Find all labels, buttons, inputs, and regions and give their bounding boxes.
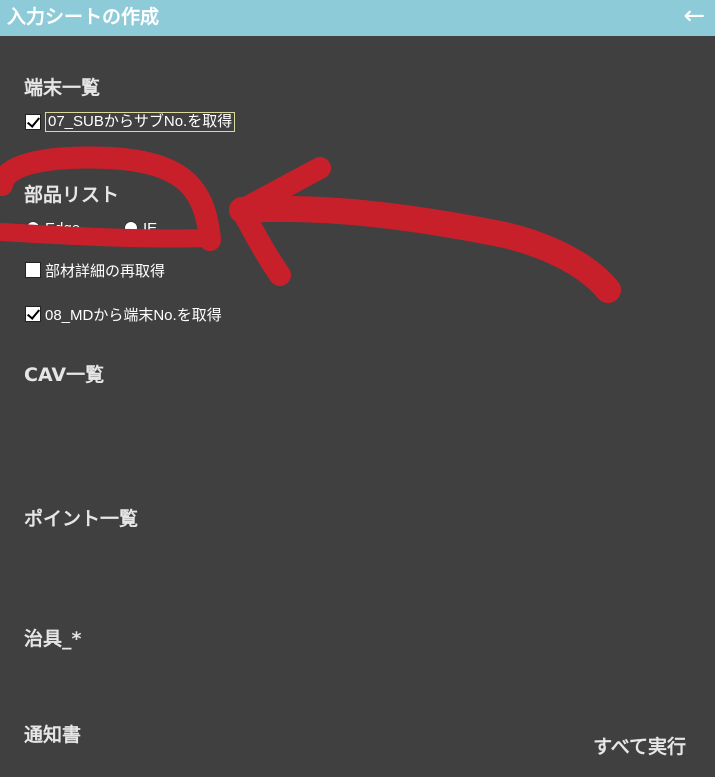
- annotation-arrow-shaft: [229, 195, 621, 303]
- option-07-sub-label: 07_SUBからサブNo.を取得: [45, 112, 236, 132]
- section-title-jig: 治具_*: [24, 628, 82, 650]
- title-bar: 入力シートの作成 ←: [0, 0, 715, 36]
- section-title-cav: CAV一覧: [24, 364, 105, 386]
- run-all-button[interactable]: すべて実行: [593, 735, 686, 759]
- radio-edge-dot[interactable]: [26, 221, 40, 235]
- option-07-sub[interactable]: 07_SUBからサブNo.を取得: [25, 112, 236, 132]
- option-08-md[interactable]: 08_MDから端末No.を取得: [25, 304, 222, 324]
- section-title-terminals: 端末一覧: [24, 77, 101, 99]
- checkbox-08-md[interactable]: [25, 306, 41, 322]
- back-arrow-icon[interactable]: ←: [683, 2, 705, 30]
- option-refetch-materials-label: 部材詳細の再取得: [45, 262, 166, 280]
- section-title-parts: 部品リスト: [24, 184, 120, 206]
- option-refetch-materials[interactable]: 部材詳細の再取得: [25, 260, 165, 280]
- radio-ie-label: IE: [143, 219, 158, 237]
- annotation-arrow-head-upper: [231, 157, 331, 221]
- checkbox-refetch-materials[interactable]: [25, 262, 41, 278]
- checkbox-07-sub[interactable]: [25, 114, 41, 130]
- annotation-arrow-head-lower: [231, 199, 291, 286]
- section-title-notice: 通知書: [24, 724, 82, 746]
- page-title: 入力シートの作成: [7, 6, 160, 28]
- radio-edge-label: Edge: [45, 219, 81, 237]
- option-08-md-label: 08_MDから端末No.を取得: [45, 306, 222, 324]
- radio-ie-dot[interactable]: [124, 221, 138, 235]
- radio-edge[interactable]: Edge: [26, 218, 80, 238]
- section-title-points: ポイント一覧: [24, 508, 139, 530]
- radio-ie[interactable]: IE: [124, 218, 157, 238]
